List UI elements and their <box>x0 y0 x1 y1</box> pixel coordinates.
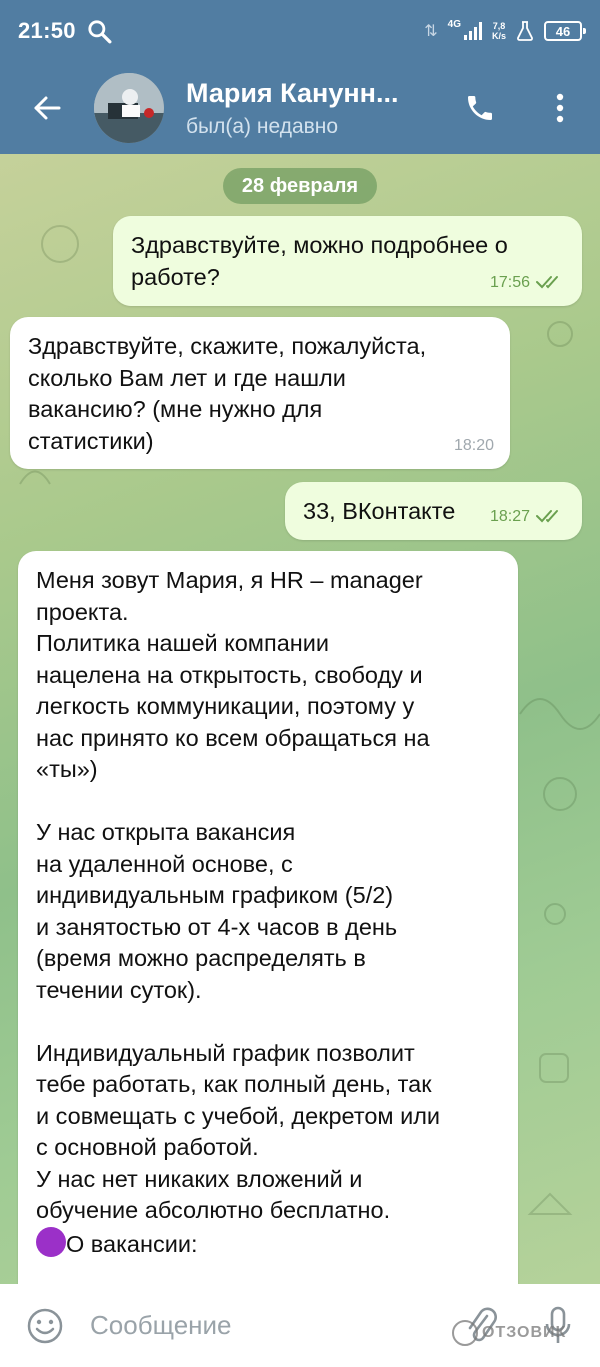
smile-icon <box>27 1308 63 1343</box>
message-text: Здравствуйте, скажите, пожалуйста, сколь… <box>28 333 427 454</box>
message-time: 18:20 <box>453 436 494 454</box>
double-check-icon <box>536 510 558 523</box>
message-text: 33, ВКонтакте <box>303 498 456 524</box>
message-meta: 18:20 <box>454 430 494 462</box>
data-transfer-icon: ⇅ <box>424 23 438 40</box>
double-check-icon <box>536 276 558 289</box>
chat-area[interactable]: 28 февраля Здравствуйте, можно подробнее… <box>0 154 600 1284</box>
message-text: Меня зовут Мария, я HR – manager проекта… <box>36 567 441 1223</box>
search-icon <box>88 20 112 44</box>
watermark-text: ОТЗОВИК <box>482 1324 567 1341</box>
chat-header: Мария Канунн... был(а) недавно <box>0 62 600 154</box>
call-button[interactable] <box>458 86 502 130</box>
more-vertical-icon <box>556 93 564 123</box>
phone-icon <box>468 96 492 120</box>
network-type: 4G <box>447 19 461 30</box>
message-meta: 17:56 <box>490 267 566 299</box>
purple-circle-icon <box>36 1226 66 1257</box>
message-meta: 18:27 <box>490 501 566 533</box>
message-last-line: О вакансии: <box>36 1226 500 1261</box>
status-time: 21:50 <box>18 18 76 43</box>
avatar[interactable] <box>94 73 164 143</box>
contact-name: Мария Канунн... <box>186 77 399 108</box>
outgoing-message[interactable]: 33, ВКонтакте 18:27 <box>285 482 582 540</box>
status-indicators: ⇅ 4G 7,8 K/s 46 <box>424 19 586 41</box>
speed-value: 7,8 <box>492 21 506 31</box>
date-divider: 28 февраля <box>223 168 377 204</box>
outgoing-message[interactable]: Здравствуйте, можно подробнее о работе? … <box>113 216 582 306</box>
status-bar: 21:50 ⇅ 4G 7,8 K/s 46 <box>0 0 600 62</box>
avatar-photo <box>94 73 164 143</box>
contact-info[interactable]: Мария Канунн... был(а) недавно <box>186 78 398 139</box>
battery-icon: 46 <box>544 21 586 41</box>
contact-status: был(а) недавно <box>186 114 339 138</box>
emoji-button[interactable] <box>0 1284 90 1367</box>
arrow-left-icon <box>34 96 61 120</box>
more-menu-button[interactable] <box>540 86 580 130</box>
incoming-message[interactable]: Меня зовут Мария, я HR – manager проекта… <box>18 551 518 1284</box>
flask-icon <box>517 21 533 41</box>
back-button[interactable] <box>0 62 94 154</box>
message-input[interactable] <box>90 1310 450 1341</box>
speed-unit: K/s <box>491 31 506 41</box>
watermark-logo-icon <box>452 1320 478 1346</box>
signal-icon <box>463 22 482 40</box>
watermark: ОТЗОВИК <box>452 1320 566 1346</box>
battery-level: 46 <box>555 23 571 39</box>
incoming-message[interactable]: Здравствуйте, скажите, пожалуйста, сколь… <box>10 317 510 469</box>
network-indicator: 4G <box>447 19 482 40</box>
message-time: 17:56 <box>489 273 530 291</box>
message-time: 18:27 <box>489 507 530 525</box>
network-speed: 7,8 K/s <box>492 21 506 41</box>
vacancy-heading: О вакансии: <box>66 1230 198 1257</box>
